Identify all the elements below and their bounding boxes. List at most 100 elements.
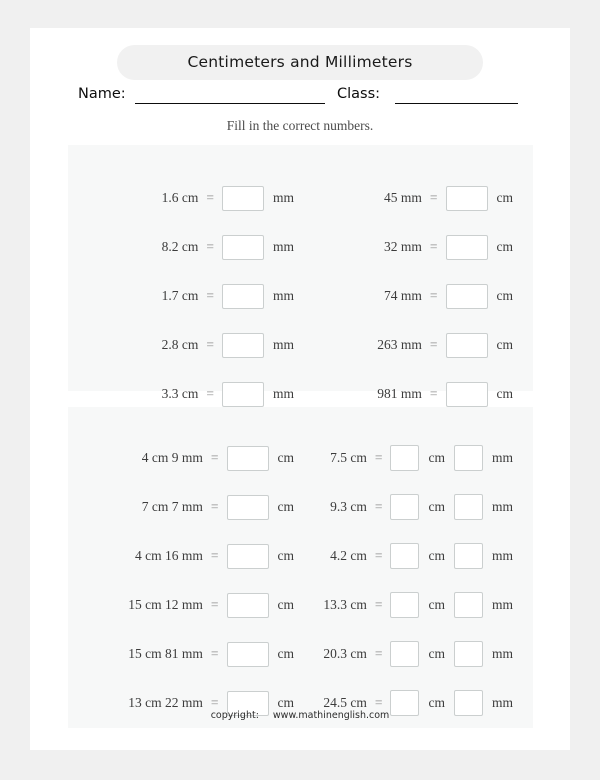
question-value: 8.2 cm xyxy=(161,239,199,254)
answer-input-box[interactable] xyxy=(221,185,264,211)
unit-label: cm xyxy=(496,337,514,352)
answer-input-box[interactable] xyxy=(221,381,264,407)
exercise-row: 4 cm 16 mm = cm xyxy=(82,541,302,571)
answer-input-box[interactable] xyxy=(445,185,488,211)
equals-sign: = xyxy=(206,288,214,303)
equation: 263 mm = cm xyxy=(377,330,513,360)
exercise-row: 74 mm = cm xyxy=(313,281,523,311)
equals-sign: = xyxy=(210,548,219,563)
equation: 20.3 cm = cm mm xyxy=(323,639,513,669)
answer-input-box[interactable] xyxy=(445,381,488,407)
footer: copyright: www.mathinenglish.com xyxy=(30,710,570,721)
question-value: 4 cm 16 mm xyxy=(135,548,203,563)
exercise-row: 1.6 cm = mm xyxy=(82,183,302,213)
exercise-section-2: 4 cm 9 mm = cm 7 cm 7 mm = cm 4 cm 16 mm = cm 15 … xyxy=(68,407,533,728)
equation: 7.5 cm = cm mm xyxy=(330,443,513,473)
equation: 3.3 cm = mm xyxy=(162,379,294,409)
unit-label: cm xyxy=(277,695,295,710)
equation: 4 cm 9 mm = cm xyxy=(142,443,294,473)
question-value: 24.5 cm xyxy=(323,695,367,710)
question-value: 7 cm 7 mm xyxy=(141,499,203,514)
answer-input-box[interactable] xyxy=(390,641,420,667)
equals-sign: = xyxy=(374,597,383,612)
equals-sign: = xyxy=(374,450,383,465)
unit-label: cm xyxy=(428,499,445,514)
answer-input-box[interactable] xyxy=(453,543,483,569)
equation: 13.3 cm = cm mm xyxy=(323,590,513,620)
unit-label: cm xyxy=(428,695,445,710)
question-value: 15 cm 81 mm xyxy=(128,646,203,661)
unit-label: cm xyxy=(428,450,445,465)
equation: 9.3 cm = cm mm xyxy=(330,492,513,522)
answer-input-box[interactable] xyxy=(453,494,483,520)
exercise-row: 15 cm 81 mm = cm xyxy=(82,639,302,669)
answer-input-box[interactable] xyxy=(226,494,269,520)
unit-label: cm xyxy=(428,597,445,612)
answer-input-box[interactable] xyxy=(226,641,269,667)
answer-input-box[interactable] xyxy=(445,234,488,260)
equals-sign: = xyxy=(374,646,383,661)
unit-label: cm xyxy=(277,646,295,661)
unit-label: cm xyxy=(277,450,295,465)
answer-input-box[interactable] xyxy=(390,543,420,569)
answer-input-box[interactable] xyxy=(221,332,264,358)
equation: 4 cm 16 mm = cm xyxy=(135,541,294,571)
answer-input-box[interactable] xyxy=(226,592,269,618)
question-value: 4 cm 9 mm xyxy=(141,450,203,465)
question-value: 20.3 cm xyxy=(323,646,367,661)
equation: 15 cm 12 mm = cm xyxy=(128,590,294,620)
name-write-line[interactable] xyxy=(135,103,325,104)
unit-label: mm xyxy=(272,386,294,401)
equation: 74 mm = cm xyxy=(384,281,513,311)
question-value: 15 cm 12 mm xyxy=(128,597,203,612)
question-value: 32 mm xyxy=(383,239,422,254)
unit-label: mm xyxy=(491,450,513,465)
equation: 8.2 cm = mm xyxy=(162,232,294,262)
equals-sign: = xyxy=(210,499,219,514)
answer-input-box[interactable] xyxy=(390,494,420,520)
equals-sign: = xyxy=(429,288,438,303)
unit-label: cm xyxy=(277,597,295,612)
answer-input-box[interactable] xyxy=(390,445,420,471)
equals-sign: = xyxy=(429,239,438,254)
answer-input-box[interactable] xyxy=(453,445,483,471)
answer-input-box[interactable] xyxy=(221,234,264,260)
worksheet-sheet: Centimeters and Millimeters Name: Class:… xyxy=(30,28,570,750)
unit-label: cm xyxy=(496,190,514,205)
student-info-row: Name: Class: xyxy=(30,84,570,108)
unit-label: mm xyxy=(491,597,513,612)
answer-input-box[interactable] xyxy=(226,543,269,569)
class-write-line[interactable] xyxy=(395,103,518,104)
answer-input-box[interactable] xyxy=(221,283,264,309)
exercise-row: 7 cm 7 mm = cm xyxy=(82,492,302,522)
answer-input-box[interactable] xyxy=(453,592,483,618)
exercise-row: 9.3 cm = cm mm xyxy=(313,492,523,522)
answer-input-box[interactable] xyxy=(445,332,488,358)
answer-input-box[interactable] xyxy=(453,641,483,667)
unit-label: cm xyxy=(496,288,514,303)
answer-input-box[interactable] xyxy=(226,445,269,471)
exercise-row: 4 cm 9 mm = cm xyxy=(82,443,302,473)
answer-input-box[interactable] xyxy=(390,592,420,618)
equals-sign: = xyxy=(210,646,219,661)
equals-sign: = xyxy=(374,548,383,563)
unit-label: mm xyxy=(272,239,294,254)
exercise-section-1: 1.6 cm = mm 8.2 cm = mm 1.7 cm = mm 2.8 cm = mm 3.3 … xyxy=(68,145,533,407)
equals-sign: = xyxy=(210,695,219,710)
class-label: Class: xyxy=(337,86,381,102)
answer-input-box[interactable] xyxy=(445,283,488,309)
equation: 7 cm 7 mm = cm xyxy=(142,492,294,522)
unit-label: cm xyxy=(277,499,295,514)
equation: 1.7 cm = mm xyxy=(162,281,294,311)
equals-sign: = xyxy=(210,450,219,465)
question-value: 981 mm xyxy=(377,386,422,401)
question-value: 3.3 cm xyxy=(161,386,199,401)
worksheet-title-banner: Centimeters and Millimeters xyxy=(117,45,483,80)
equation: 981 mm = cm xyxy=(377,379,513,409)
unit-label: mm xyxy=(272,288,294,303)
equals-sign: = xyxy=(429,337,438,352)
question-value: 263 mm xyxy=(377,337,422,352)
unit-label: mm xyxy=(272,337,294,352)
exercise-row: 7.5 cm = cm mm xyxy=(313,443,523,473)
unit-label: mm xyxy=(491,548,513,563)
